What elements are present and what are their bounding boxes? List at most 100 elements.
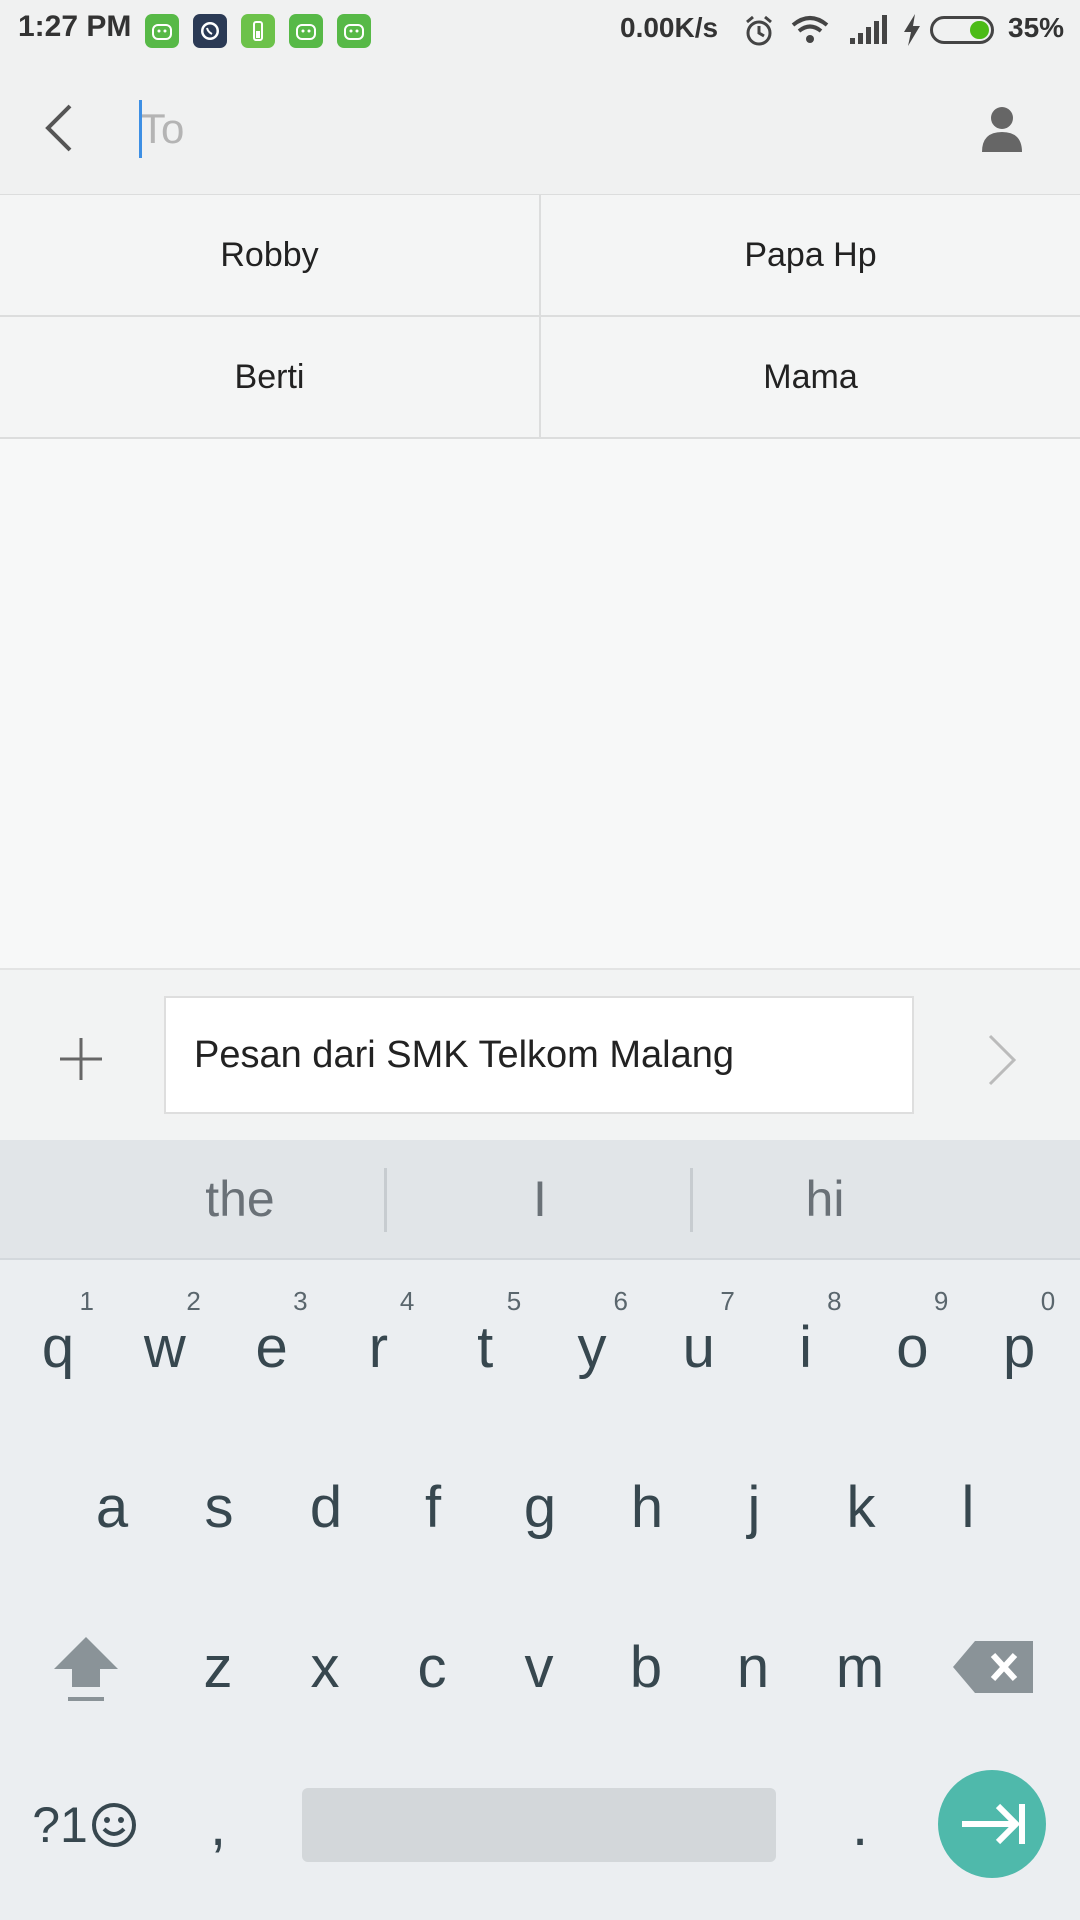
symbols-key-label: ?1 [32,1797,88,1853]
key-j[interactable]: j [704,1432,804,1582]
contact-suggestion[interactable]: Mama [541,317,1080,439]
key-label: y [577,1314,607,1380]
symbols-key[interactable]: ?1 [30,1750,140,1900]
shift-key[interactable] [36,1592,136,1742]
key-d[interactable]: d [276,1432,376,1582]
key-label: m [835,1634,885,1700]
back-arrow-icon[interactable] [36,100,86,156]
key-b[interactable]: b [596,1592,696,1742]
whatsapp-notification-icon [193,14,227,48]
key-number-hint: 3 [293,1286,308,1316]
key-label: a [95,1474,129,1540]
key-label: l [961,1474,975,1540]
key-x[interactable]: x [275,1592,375,1742]
key-e[interactable]: e3 [222,1272,322,1422]
key-number-hint: 5 [506,1286,522,1316]
key-k[interactable]: k [811,1432,911,1582]
key-u[interactable]: u7 [649,1272,749,1422]
key-t[interactable]: t5 [435,1272,535,1422]
space-bar[interactable] [302,1788,776,1862]
contact-suggestion[interactable]: Berti [0,317,541,439]
key-label: q [41,1314,75,1380]
contact-picker-icon[interactable] [976,104,1028,156]
key-g[interactable]: g [490,1432,590,1582]
key-n[interactable]: n [703,1592,803,1742]
android-notification-icon [289,14,323,48]
key-number-hint: 4 [399,1286,415,1316]
key-y[interactable]: y6 [542,1272,642,1422]
wifi-icon [791,16,829,43]
backspace-icon [953,1641,1033,1693]
key-w[interactable]: w2 [115,1272,215,1422]
key-f[interactable]: f [383,1432,483,1582]
status-time: 1:27 PM [18,10,132,43]
to-recipient-input[interactable] [138,96,942,162]
emoji-icon [91,1803,136,1847]
key-o[interactable]: o9 [862,1272,962,1422]
send-arrow-icon[interactable] [982,1030,1022,1090]
message-input[interactable]: Pesan dari SMK Telkom Malang [164,996,914,1114]
contact-suggestion[interactable]: Robby [0,195,541,317]
text-cursor [139,100,142,158]
key-label: v [524,1634,554,1700]
key-l[interactable]: l [918,1432,1018,1582]
key-c[interactable]: c [382,1592,482,1742]
battery-percent: 35% [1008,12,1065,43]
key-label: r [368,1314,389,1380]
contact-suggestion[interactable]: Papa Hp [541,195,1080,317]
key-number-hint: 6 [613,1286,628,1316]
key-label: c [417,1634,447,1700]
key-label: i [799,1314,813,1380]
key-h[interactable]: h [597,1432,697,1582]
signal-icon [850,15,887,44]
battery-icon [930,16,994,44]
key-label: s [204,1474,234,1540]
battery-level [970,21,989,39]
key-label: u [682,1314,715,1380]
key-m[interactable]: m [810,1592,910,1742]
key-s[interactable]: s [169,1432,269,1582]
key-number-hint: 0 [1040,1286,1056,1316]
backspace-key[interactable] [944,1592,1044,1742]
key-label: p [1003,1314,1036,1380]
key-label: w [143,1314,186,1380]
key-label: o [896,1314,929,1380]
key-label: j [747,1474,761,1540]
key-label: x [310,1634,340,1700]
key-label: t [477,1314,494,1380]
key-number-hint: 2 [186,1286,201,1316]
charging-icon [904,14,920,46]
plus-icon[interactable] [56,1034,106,1084]
key-number-hint: 1 [79,1286,94,1316]
key-label: g [523,1474,557,1540]
comma-key[interactable]: , [168,1750,268,1900]
key-i[interactable]: i8 [756,1272,856,1422]
status-bar: 1:27 PM 0.00K/s 35% [0,0,1080,60]
shift-arrow-icon [54,1637,118,1701]
key-number-hint: 9 [933,1286,949,1316]
suggested-contacts-grid: Robby Papa Hp Berti Mama [0,195,1080,439]
enter-arrow-icon [962,1803,1025,1845]
recipient-header [0,60,1080,196]
key-number-hint: 8 [827,1286,842,1316]
key-label: n [736,1634,770,1700]
enter-key[interactable] [938,1770,1046,1878]
key-label: d [309,1474,343,1540]
alarm-icon [746,15,772,46]
key-p[interactable]: p0 [969,1272,1069,1422]
battery-notification-icon [241,14,275,48]
key-number-hint: 7 [720,1286,735,1316]
key-label: e [255,1314,288,1380]
compose-bar: Pesan dari SMK Telkom Malang [0,968,1080,1142]
network-speed: 0.00K/s [620,12,719,43]
key-z[interactable]: z [168,1592,268,1742]
key-label: b [629,1634,663,1700]
key-label: k [846,1474,876,1540]
android-notification-icon [145,14,179,48]
key-v[interactable]: v [489,1592,589,1742]
key-label: h [630,1474,664,1540]
key-a[interactable]: a [62,1432,162,1582]
key-q[interactable]: q1 [8,1272,108,1422]
key-r[interactable]: r4 [328,1272,428,1422]
period-key[interactable]: . [810,1750,910,1900]
